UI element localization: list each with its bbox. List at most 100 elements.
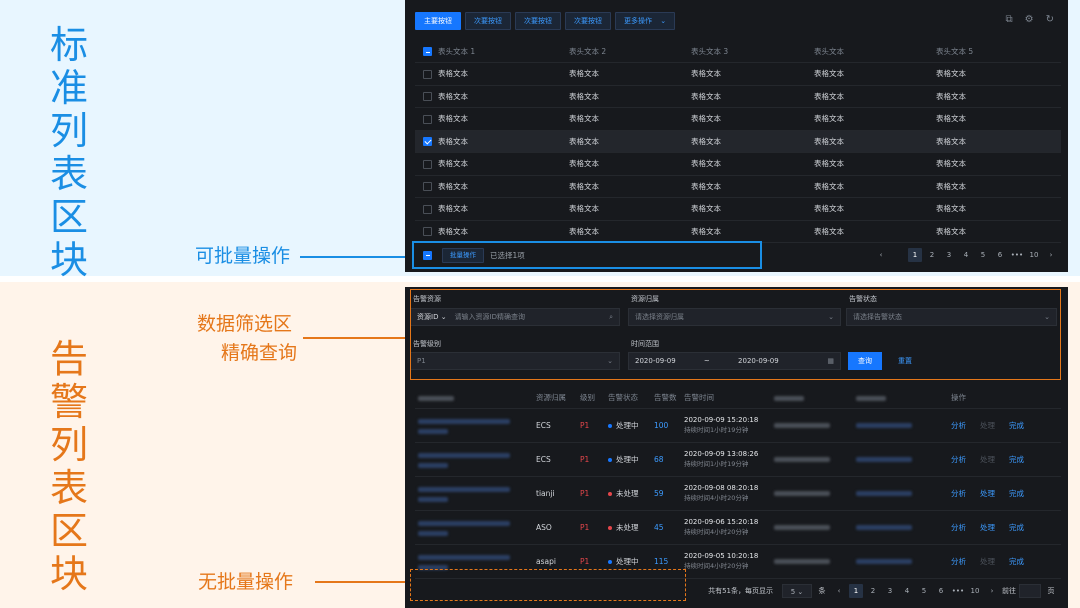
owner-cell: ECS (533, 408, 577, 443)
table-cell: 表格文本 (415, 85, 569, 108)
complete-link[interactable]: 完成 (1009, 421, 1024, 430)
standard-list-title: 标准列表区块 (49, 23, 88, 282)
table-row[interactable]: 表格文本 表格文本 表格文本 表格文本 表格文本 (415, 130, 1061, 153)
table-cell: 表格文本 (691, 130, 814, 153)
row-checkbox[interactable] (423, 69, 432, 79)
ops-cell: 分析 处理 完成 (948, 408, 1061, 443)
table-row[interactable]: 表格文本 表格文本 表格文本 表格文本 表格文本 (415, 107, 1061, 131)
handle-link[interactable]: 处理 (980, 489, 995, 498)
complete-link[interactable]: 完成 (1009, 455, 1024, 464)
count-cell[interactable]: 45 (651, 510, 681, 545)
blurred-cell (415, 510, 533, 545)
analyze-link[interactable]: 分析 (951, 455, 966, 464)
table-cell: 表格文本 (936, 130, 1061, 153)
handle-link[interactable]: 处理 (980, 455, 995, 464)
table-row[interactable]: 表格文本 表格文本 表格文本 表格文本 表格文本 (415, 175, 1061, 198)
alert-row: ASO P1 未处理 45 2020-09-06 15:20:18 持续时间4小时20分钟… (415, 510, 1061, 545)
count-cell[interactable]: 68 (651, 442, 681, 477)
row-checkbox[interactable] (423, 182, 432, 192)
time-cell: 2020-09-09 13:08:26 持续时间1小时19分钟 (681, 442, 771, 477)
page-button[interactable]: 2 (866, 584, 880, 598)
page-button[interactable]: 1 (849, 584, 863, 598)
blurred-cell (415, 408, 533, 443)
table-cell: 表格文本 (569, 130, 691, 153)
settings-icon[interactable]: ⚙ (1025, 14, 1034, 25)
row-checkbox[interactable] (423, 137, 432, 147)
row-checkbox[interactable] (423, 204, 432, 214)
secondary-button[interactable]: 次要按钮 (465, 12, 511, 30)
time-cell: 2020-09-09 15:20:18 持续时间1小时19分钟 (681, 408, 771, 443)
table-cell: 表格文本 (936, 62, 1061, 86)
ops-cell: 分析 处理 完成 (948, 544, 1061, 579)
page-button[interactable]: 6 (993, 248, 1007, 262)
status-dot-icon (608, 525, 612, 530)
analyze-link[interactable]: 分析 (951, 421, 966, 430)
page-size-select[interactable]: 5 ⌄ (782, 584, 812, 598)
table-cell: 表格文本 (415, 107, 569, 131)
page-button[interactable]: 1 (908, 248, 922, 262)
status-cell: 处理中 (605, 442, 651, 477)
prev-page-button[interactable]: ‹ (874, 248, 888, 262)
status-cell: 未处理 (605, 476, 651, 511)
header-cell: 告警状态 (605, 388, 651, 409)
handle-link[interactable]: 处理 (980, 523, 995, 532)
header-cell: 告警数 (651, 388, 681, 409)
header-cell: 表头文本 5 (936, 40, 1061, 63)
table-row[interactable]: 表格文本 表格文本 表格文本 表格文本 表格文本 (415, 85, 1061, 108)
page-button[interactable]: 5 (976, 248, 990, 262)
page-button[interactable]: 10 (968, 584, 982, 598)
table-cell: 表格文本 (569, 62, 691, 86)
page-button[interactable]: 4 (959, 248, 973, 262)
table-cell: 表格文本 (691, 175, 814, 198)
complete-link[interactable]: 完成 (1009, 557, 1024, 566)
complete-link[interactable]: 完成 (1009, 523, 1024, 532)
table-row[interactable]: 表格文本 表格文本 表格文本 表格文本 表格文本 (415, 62, 1061, 86)
table-row[interactable]: 表格文本 表格文本 表格文本 表格文本 表格文本 (415, 220, 1061, 243)
next-page-button[interactable]: › (985, 584, 999, 598)
row-checkbox[interactable] (423, 92, 432, 102)
count-cell[interactable]: 100 (651, 408, 681, 443)
pagination: ‹ 1 2 3 4 5 6 ••• 10 › (874, 248, 1058, 262)
page-button[interactable]: 3 (883, 584, 897, 598)
table-row[interactable]: 表格文本 表格文本 表格文本 表格文本 表格文本 (415, 152, 1061, 176)
export-icon[interactable]: ⧉ (1006, 14, 1013, 25)
complete-link[interactable]: 完成 (1009, 489, 1024, 498)
analyze-link[interactable]: 分析 (951, 523, 966, 532)
header-cell: 操作 (948, 388, 1061, 409)
page-button[interactable]: 2 (925, 248, 939, 262)
page-button[interactable]: 3 (942, 248, 956, 262)
level-cell: P1 (577, 476, 605, 511)
status-cell: 处理中 (605, 408, 651, 443)
table-row[interactable]: 表格文本 表格文本 表格文本 表格文本 表格文本 (415, 197, 1061, 221)
alert-row: tianji P1 未处理 59 2020-09-08 08:20:18 持续时间4小时2… (415, 476, 1061, 511)
page-button[interactable]: 4 (900, 584, 914, 598)
table-cell: 表格文本 (415, 197, 569, 221)
more-actions-button[interactable]: 更多操作 ⌄ (615, 12, 676, 30)
alert-row: ECS P1 处理中 100 2020-09-09 15:20:18 持续时间1小时19分… (415, 408, 1061, 443)
handle-link[interactable]: 处理 (980, 557, 995, 566)
prev-page-button[interactable]: ‹ (832, 584, 846, 598)
table-cell: 表格文本 (936, 197, 1061, 221)
primary-button[interactable]: 主要按钮 (415, 12, 461, 30)
page-button[interactable]: 10 (1027, 248, 1041, 262)
secondary-button[interactable]: 次要按钮 (565, 12, 611, 30)
refresh-icon[interactable]: ↻ (1046, 14, 1054, 25)
table-cell: 表格文本 (936, 175, 1061, 198)
next-page-button[interactable]: › (1044, 248, 1058, 262)
row-checkbox[interactable] (423, 114, 432, 124)
count-cell[interactable]: 59 (651, 476, 681, 511)
owner-cell: tianji (533, 476, 577, 511)
header-cell: 表头文本 2 (569, 40, 691, 63)
page-button[interactable]: 5 (917, 584, 931, 598)
row-checkbox[interactable] (423, 227, 432, 237)
alert-list-title: 告警列表区块 (49, 337, 88, 596)
handle-link[interactable]: 处理 (980, 421, 995, 430)
time-cell: 2020-09-06 15:20:18 持续时间4小时20分钟 (681, 510, 771, 545)
analyze-link[interactable]: 分析 (951, 557, 966, 566)
goto-page-input[interactable] (1019, 584, 1041, 598)
analyze-link[interactable]: 分析 (951, 489, 966, 498)
row-checkbox[interactable] (423, 159, 432, 169)
page-button[interactable]: 6 (934, 584, 948, 598)
secondary-button[interactable]: 次要按钮 (515, 12, 561, 30)
select-all-checkbox[interactable] (423, 47, 432, 56)
